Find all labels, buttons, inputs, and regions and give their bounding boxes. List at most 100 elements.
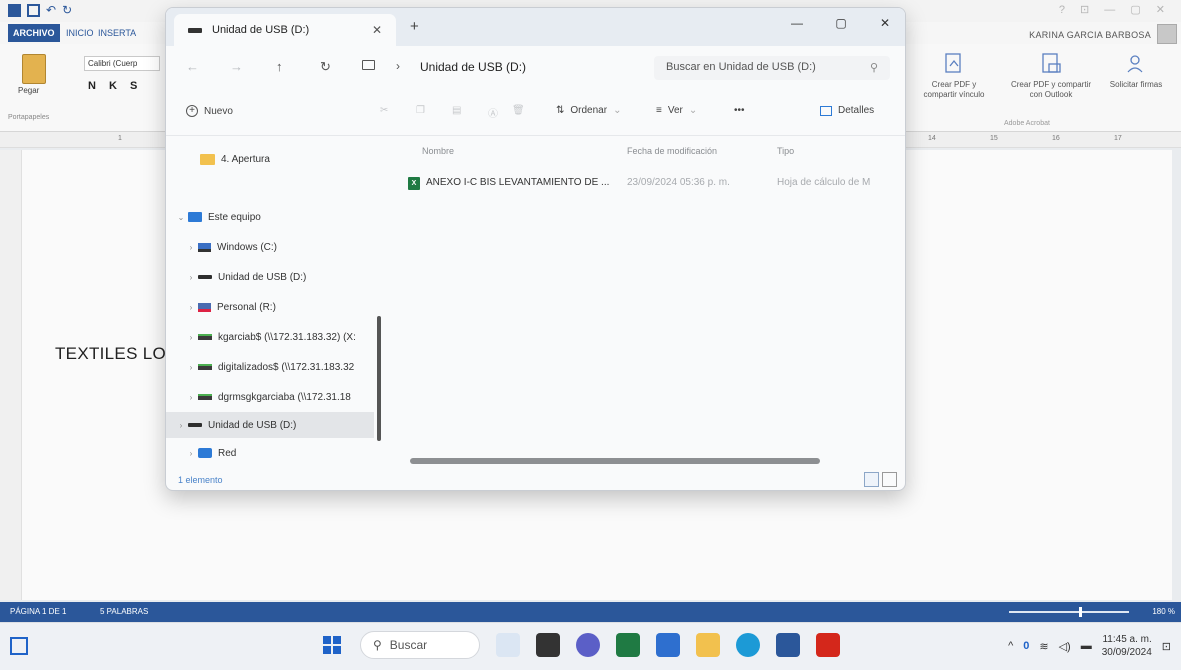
nav-item-usb-d[interactable]: › Unidad de USB (D:) [166,264,374,290]
navigation-scrollbar[interactable] [377,316,381,441]
chevron-up-icon[interactable]: ^ [1008,640,1013,652]
zoom-slider[interactable] [1009,607,1129,617]
create-pdf-share-link-button[interactable]: Crear PDF y compartir vínculo [916,52,992,100]
details-pane-icon [820,105,832,116]
undo-icon[interactable]: ↶ [46,3,56,17]
nav-item-dgrmsgkgarciaba[interactable]: › dgrmsgkgarciaba (\\172.31.18 [166,384,374,410]
details-button[interactable]: Detalles [820,105,874,116]
explorer-tab[interactable]: Unidad de USB (D:) ✕ [174,14,396,46]
delete-icon[interactable]: 🗑 [512,105,525,116]
user-name[interactable]: KARINA GARCIA BARBOSA [1029,30,1151,40]
word-count[interactable]: 5 PALABRAS [100,607,148,616]
excel-icon[interactable] [616,633,640,657]
explorer-search-input[interactable]: Buscar en Unidad de USB (D:) ⚲ [654,56,890,80]
tab-archivo[interactable]: ARCHIVO [8,24,60,42]
notifications-icon[interactable]: ⊡ [1162,640,1171,653]
mail-icon[interactable] [656,633,680,657]
column-header-date[interactable]: Fecha de modificación [627,146,717,156]
nav-item-personal-r[interactable]: › Personal (R:) [166,294,374,320]
clock[interactable]: 11:45 a. m. 30/09/2024 [1102,633,1152,659]
create-pdf-outlook-button[interactable]: Crear PDF y compartir con Outlook [1006,52,1096,100]
column-header-name[interactable]: Nombre [422,146,454,156]
chevron-right-icon[interactable]: › [184,393,198,402]
nav-item-este-equipo[interactable]: ⌄ Este equipo [166,204,374,230]
file-explorer-icon[interactable] [696,633,720,657]
close-tab-icon[interactable]: ✕ [372,23,382,37]
avatar[interactable] [1157,24,1177,44]
wifi-icon[interactable]: ≋ [1039,640,1048,653]
save-icon[interactable] [27,3,40,17]
minimize-button[interactable]: — [775,8,819,38]
up-button[interactable]: ↑ [276,59,283,74]
back-button[interactable]: ← [186,59,199,74]
zoom-level[interactable]: 180 % [1152,607,1175,616]
chevron-right-icon[interactable]: › [184,273,198,282]
document-text[interactable]: TEXTILES LO [55,344,166,364]
widgets-icon[interactable] [10,637,28,655]
page-count[interactable]: PÁGINA 1 DE 1 [10,607,66,616]
start-icon[interactable] [320,633,344,657]
paste-icon[interactable]: ▤ [452,105,461,116]
tab-insertar[interactable]: INSERTA [98,28,136,38]
rename-icon[interactable]: Ⓐ [488,105,498,120]
battery-icon[interactable]: ▬ [1081,640,1092,652]
view-button[interactable]: ≡ Ver ⌄ [656,105,697,116]
explorer-status-bar: 1 elemento [166,468,905,490]
tab-inicio[interactable]: INICIO [66,28,94,38]
volume-icon[interactable]: ◁) [1059,640,1071,653]
sort-button[interactable]: ⇅ Ordenar ⌄ [556,105,621,116]
sort-icon: ⇅ [556,105,565,116]
copilot-icon[interactable] [496,633,520,657]
request-signatures-button[interactable]: Solicitar firmas [1108,52,1164,90]
new-tab-button[interactable]: + [410,18,419,35]
security-icon[interactable]: 0 [1023,640,1029,652]
chevron-right-icon[interactable]: › [174,421,188,430]
acrobat-icon[interactable] [816,633,840,657]
paste-button-label[interactable]: Pegar [18,86,39,95]
column-header-type[interactable]: Tipo [777,146,794,156]
chevron-right-icon[interactable]: › [184,333,198,342]
nav-item-label: 4. Apertura [221,153,270,165]
nav-item-label: Este equipo [208,211,261,223]
close-button[interactable]: ✕ [863,8,905,38]
refresh-button[interactable]: ↻ [320,59,331,75]
font-name-select[interactable]: Calibri (Cuerp [84,56,160,71]
more-options-button[interactable]: ••• [734,105,745,116]
explorer-window-controls: — ▢ ✕ [775,8,905,38]
paste-icon[interactable] [22,54,46,84]
word-window-controls[interactable]: ? ⊡ — ▢ ✕ [1059,3,1171,16]
maximize-button[interactable]: ▢ [819,8,863,38]
chevron-right-icon[interactable]: › [184,363,198,372]
computer-icon[interactable] [362,60,375,70]
chat-icon[interactable] [576,633,600,657]
edge-icon[interactable] [736,633,760,657]
horizontal-scrollbar[interactable] [410,458,820,464]
task-view-icon[interactable] [536,633,560,657]
file-row[interactable]: X ANEXO I-C BIS LEVANTAMIENTO DE ... 23/… [402,172,882,194]
taskbar-search[interactable]: ⚲ Buscar [360,631,480,659]
view-icon: ≡ [656,105,662,116]
new-button[interactable]: + Nuevo [186,105,233,117]
details-view-icon[interactable] [864,472,879,487]
address-path[interactable]: Unidad de USB (D:) [420,60,526,74]
copy-icon[interactable]: ❐ [416,105,425,116]
zoom-slider-thumb[interactable] [1079,607,1082,617]
forward-button[interactable]: → [230,59,243,74]
chevron-down-icon[interactable]: ⌄ [174,213,188,222]
nav-item-kgarciab[interactable]: › kgarciab$ (\\172.31.183.32) (X: [166,324,374,350]
nav-item-windows-c[interactable]: › Windows (C:) [166,234,374,260]
taskbar: ⚲ Buscar ^ 0 ≋ ◁) ▬ 11:45 a. m. 30/09/20… [0,622,1181,670]
chevron-right-icon[interactable]: › [184,449,198,458]
redo-icon[interactable]: ↻ [62,3,72,17]
chevron-right-icon[interactable]: › [184,303,198,312]
cut-icon[interactable]: ✂ [380,105,388,116]
nav-item-digitalizados[interactable]: › digitalizados$ (\\172.31.183.32 [166,354,374,380]
nav-item-red[interactable]: › Red [166,440,374,466]
ruler-number: 14 [928,135,936,142]
word-icon[interactable] [776,633,800,657]
nav-item-apertura[interactable]: 4. Apertura [166,146,374,172]
tiles-view-icon[interactable] [882,472,897,487]
nav-item-usb-d-root[interactable]: › Unidad de USB (D:) [166,412,374,438]
format-buttons[interactable]: N K S [88,80,142,92]
chevron-right-icon[interactable]: › [184,243,198,252]
